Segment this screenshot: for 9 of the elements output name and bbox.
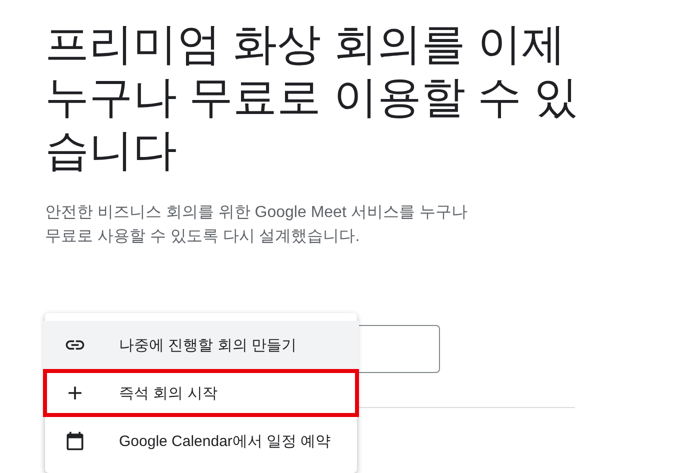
- menu-item[interactable]: 나중에 진행할 회의 만들기: [43, 321, 359, 369]
- headline: 프리미엄 화상 회의를 이제: [45, 19, 566, 71]
- calendar-icon: [64, 430, 86, 452]
- description-text: 무료로 사용할 수 있도록 다시 설계했습니다.: [45, 227, 360, 247]
- description-text: 안전한 비즈니스 회의를 위한 Google Meet 서비스를 누구나: [45, 203, 468, 223]
- menu-item[interactable]: Google Calendar에서 일정 예약: [43, 417, 359, 465]
- menu-item[interactable]: 즉석 회의 시작: [43, 369, 359, 417]
- headline: 누구나 무료로 이용할 수 있: [45, 72, 578, 124]
- headline: 습니다: [45, 125, 177, 177]
